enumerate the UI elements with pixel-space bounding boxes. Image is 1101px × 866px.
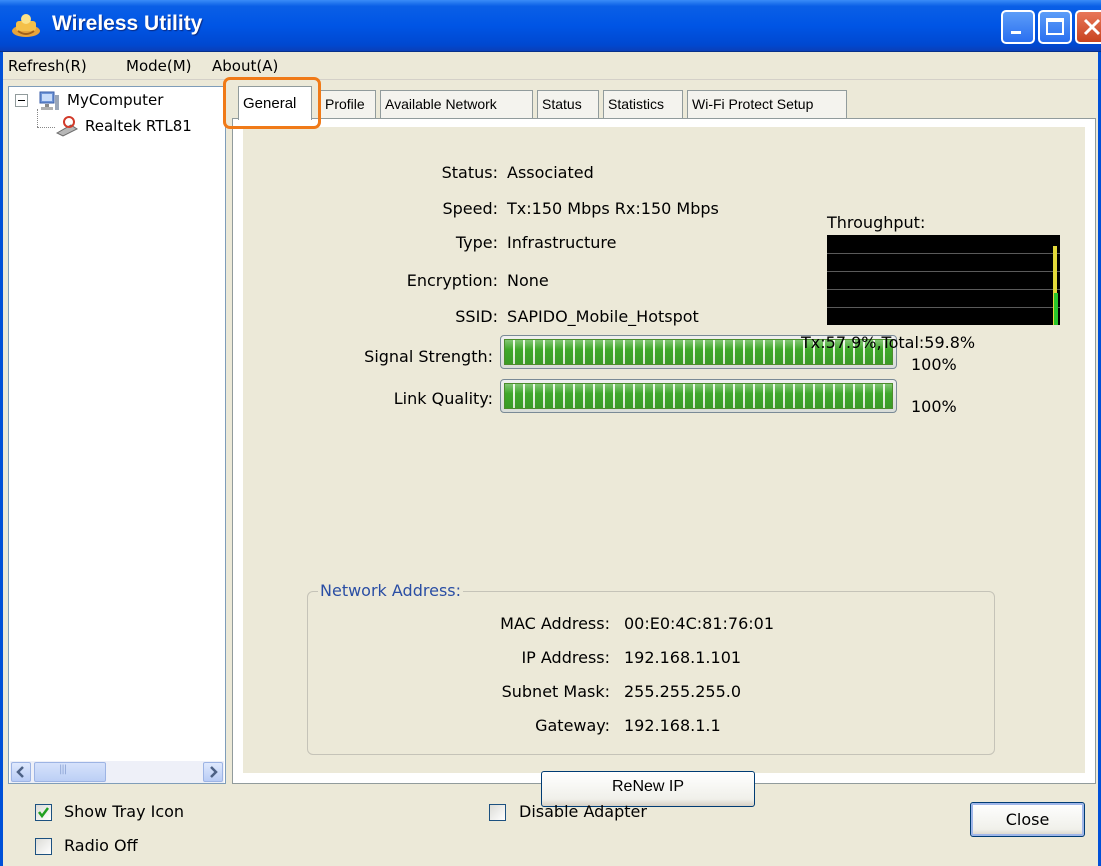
tab-available-network[interactable]: Available Network bbox=[380, 90, 533, 118]
computer-icon bbox=[39, 91, 59, 110]
mac-address-value: 00:E0:4C:81:76:01 bbox=[624, 614, 775, 633]
graph-gridline bbox=[827, 253, 1060, 254]
network-address-title: Network Address: bbox=[318, 581, 463, 600]
scroll-left-button[interactable] bbox=[11, 762, 31, 782]
tab-wifi-protect-setup[interactable]: Wi-Fi Protect Setup bbox=[687, 90, 847, 118]
tree-collapse-toggle[interactable] bbox=[15, 94, 28, 107]
link-quality-percent: 100% bbox=[911, 397, 957, 416]
window-body: Refresh(R) Mode(M) About(A) MyComputer R… bbox=[0, 52, 1101, 866]
menu-bar: Refresh(R) Mode(M) About(A) bbox=[0, 52, 1101, 80]
subnet-mask-label: Subnet Mask: bbox=[501, 682, 610, 701]
menu-refresh[interactable]: Refresh(R) bbox=[8, 57, 87, 75]
status-value: Associated bbox=[507, 163, 594, 182]
throughput-summary: Tx:57.9%,Total:59.8% bbox=[801, 333, 976, 352]
scroll-right-button[interactable] bbox=[203, 762, 223, 782]
network-address-group: Network Address: MAC Address: 00:E0:4C:8… bbox=[307, 581, 995, 755]
tree-horizontal-scrollbar[interactable] bbox=[10, 761, 224, 783]
radio-off-checkbox[interactable] bbox=[35, 838, 52, 855]
tab-profile[interactable]: Profile bbox=[320, 90, 376, 118]
device-tree[interactable]: MyComputer Realtek RTL81 bbox=[8, 86, 226, 784]
signal-strength-percent: 100% bbox=[911, 355, 957, 374]
maximize-icon bbox=[1046, 18, 1064, 35]
general-tab-highlight bbox=[223, 77, 321, 129]
show-tray-icon-label: Show Tray Icon bbox=[64, 802, 185, 821]
gateway-label: Gateway: bbox=[535, 716, 610, 735]
disable-adapter-label: Disable Adapter bbox=[519, 802, 647, 821]
status-label: Status: bbox=[441, 163, 498, 182]
scroll-thumb[interactable] bbox=[34, 762, 106, 782]
subnet-mask-value: 255.255.255.0 bbox=[624, 682, 742, 701]
tab-status[interactable]: Status bbox=[537, 90, 599, 118]
gateway-value: 192.168.1.1 bbox=[624, 716, 721, 735]
ip-address-value: 192.168.1.101 bbox=[624, 648, 742, 667]
tree-item-mycomputer[interactable]: MyComputer bbox=[67, 91, 163, 109]
signal-strength-label: Signal Strength: bbox=[364, 347, 493, 366]
type-label: Type: bbox=[455, 233, 498, 252]
ssid-value: SAPIDO_Mobile_Hotspot bbox=[507, 307, 699, 326]
maximize-button[interactable] bbox=[1038, 10, 1072, 44]
window-frame-left bbox=[0, 52, 3, 866]
chevron-right-icon bbox=[210, 766, 218, 778]
ssid-label: SSID: bbox=[455, 307, 498, 326]
speed-label: Speed: bbox=[442, 199, 498, 218]
show-tray-icon-checkbox[interactable] bbox=[35, 804, 52, 821]
link-quality-bar bbox=[500, 379, 897, 413]
close-window-button[interactable] bbox=[1075, 10, 1101, 44]
radio-off-label: Radio Off bbox=[64, 836, 138, 855]
mac-address-label: MAC Address: bbox=[500, 614, 610, 633]
close-icon bbox=[1083, 18, 1101, 36]
speed-value: Tx:150 Mbps Rx:150 Mbps bbox=[507, 199, 719, 218]
general-content: Status: Associated Speed: Tx:150 Mbps Rx… bbox=[243, 127, 1085, 807]
graph-gridline bbox=[827, 271, 1060, 272]
link-quality-label: Link Quality: bbox=[393, 389, 493, 408]
general-tab-panel: Status: Associated Speed: Tx:150 Mbps Rx… bbox=[232, 118, 1096, 807]
link-quality-fill bbox=[504, 383, 893, 409]
throughput-graph bbox=[827, 235, 1060, 325]
encryption-label: Encryption: bbox=[406, 271, 498, 290]
disable-adapter-checkbox[interactable] bbox=[489, 804, 506, 821]
menu-mode[interactable]: Mode(M) bbox=[126, 57, 192, 75]
chevron-left-icon bbox=[16, 766, 24, 778]
graph-gridline bbox=[827, 307, 1060, 308]
throughput-tx-bar bbox=[1054, 293, 1058, 325]
window-title: Wireless Utility bbox=[52, 12, 203, 35]
throughput-label: Throughput: bbox=[827, 213, 926, 232]
minimize-button[interactable] bbox=[1001, 10, 1035, 44]
graph-gridline bbox=[827, 289, 1060, 290]
ip-address-label: IP Address: bbox=[521, 648, 610, 667]
tree-item-adapter[interactable]: Realtek RTL81 bbox=[85, 117, 225, 135]
title-bar[interactable]: Wireless Utility bbox=[0, 0, 1101, 52]
wireless-adapter-icon bbox=[55, 116, 78, 137]
encryption-value: None bbox=[507, 271, 549, 290]
tree-connector bbox=[37, 127, 55, 128]
checkmark-icon bbox=[38, 807, 49, 819]
close-button[interactable]: Close bbox=[970, 802, 1085, 837]
type-value: Infrastructure bbox=[507, 233, 617, 252]
wireless-utility-icon bbox=[12, 14, 40, 37]
minimize-icon bbox=[1011, 31, 1021, 34]
tab-statistics[interactable]: Statistics bbox=[603, 90, 683, 118]
menu-about[interactable]: About(A) bbox=[212, 57, 278, 75]
